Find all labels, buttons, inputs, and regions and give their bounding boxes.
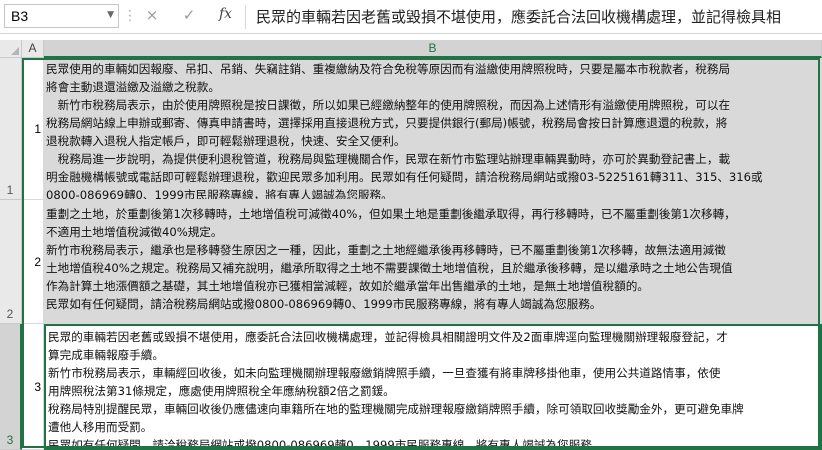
cell-a3[interactable]: 3 <box>22 324 44 450</box>
cell-text-line: 將會主動退還溢繳及溢繳之稅款。 <box>46 80 220 94</box>
cell-text-line: 新竹市稅務局表示，由於使用牌照稅是按日課徵，所以如果已經繳納整年的使用牌照稅，而… <box>46 98 731 112</box>
name-box-value: B3 <box>11 8 29 24</box>
cell-b2[interactable]: 重劃之土地，於重劃後第1次移轉時，土地增值稅可減徵40%，但如果土地是重劃後繼承… <box>44 200 822 324</box>
resize-handle-icon[interactable]: ⋮ <box>123 8 137 24</box>
name-box[interactable]: B3 ▼ <box>4 4 119 28</box>
worksheet-grid: A B 1 1 民眾使用的車輛如因報廢、吊扣、吊銷、失竊註銷、重複繳納及符合免稅… <box>0 40 822 450</box>
cell-a2[interactable]: 2 <box>22 200 44 324</box>
row-header-2[interactable]: 2 <box>0 200 22 324</box>
chevron-down-icon[interactable]: ▼ <box>107 10 114 20</box>
enter-icon[interactable]: ✓ <box>178 6 200 24</box>
cell-text-line: 遭他人移用而受罰。 <box>48 420 153 434</box>
insert-function-icon[interactable]: fx <box>219 6 232 22</box>
row-header-1[interactable]: 1 <box>0 58 22 200</box>
column-header-a[interactable]: A <box>22 40 44 58</box>
cell-text-line: 民眾的車輛若因老舊或毀損不堪使用，應委託合法回收機構處理，並記得檢具相關證明文件… <box>48 330 728 344</box>
cell-text-line: 土地增值稅40%之規定。稅務局又補充說明，繼承所取得之土地不需要課徵土地增值稅，… <box>46 261 733 275</box>
cell-text-line: 稅務局網站線上申辦或郵寄、傳真申請書時，選擇採用直接退稅方式，只要提供銀行(郵局… <box>46 116 728 130</box>
cell-text-line: 新竹市稅務局表示，繼承也是移轉發生原因之一種，因此，重劃之土地經繼承後再移轉時，… <box>46 243 726 257</box>
cell-text-line: 民眾如有任何疑問，請洽稅務局網站或撥0800-086969轉0、1999市民服務… <box>46 297 602 311</box>
row-header-label: 3 <box>6 433 14 447</box>
cell-text-line: 作為計算土地漲價額之基礎，其土地增值稅亦已獲相當減輕，故如於繼承當年出售繼承的土… <box>46 279 649 293</box>
cell-b3[interactable]: 民眾的車輛若因老舊或毀損不堪使用，應委託合法回收機構處理，並記得檢具相關證明文件… <box>44 324 822 450</box>
cell-value: 1 <box>34 121 41 136</box>
cell-text-line: 用牌照稅法第31條規定，應處使用牌照稅全年應納稅額2倍之罰鍰。 <box>48 384 395 398</box>
cancel-icon[interactable]: × <box>141 6 163 24</box>
cell-text-line: 稅務局特別提醒民眾，車輛回收後仍應儘速向車籍所在地的監理機關完成辦理報廢繳銷牌照… <box>48 402 744 416</box>
row-header-label: 2 <box>6 307 14 321</box>
cell-text-line: 明金融機構帳號或電話即可輕鬆辦理退稅，歡迎民眾多加利用。民眾如有任何疑問，請洽稅… <box>46 170 763 184</box>
cell-value: 2 <box>34 254 41 269</box>
cell-text-line: 不適用土地增值稅減徵40%規定。 <box>46 225 223 239</box>
formula-input[interactable]: 民眾的車輛若因老舊或毀損不堪使用，應委託合法回收機構處理，並記得檢具相 <box>256 4 822 30</box>
cell-a1[interactable]: 1 <box>22 58 44 200</box>
cell-text-line: 重劃之土地，於重劃後第1次移轉時，土地增值稅可減徵40%，但如果土地是重劃後繼承… <box>46 207 736 221</box>
formula-bar-divider <box>245 5 246 29</box>
cell-text-line: 民眾使用的車輛如因報廢、吊扣、吊銷、失竊註銷、重複繳納及符合免稅等原因而有溢繳使… <box>46 62 731 76</box>
cell-b1[interactable]: 民眾使用的車輛如因報廢、吊扣、吊銷、失竊註銷、重複繳納及符合免稅等原因而有溢繳使… <box>44 58 822 200</box>
formula-bar-area: B3 ▼ ⋮ × ✓ fx 民眾的車輛若因老舊或毀損不堪使用，應委託合法回收機構… <box>0 0 822 34</box>
cell-text-line: 算完成車輛報廢手續。 <box>48 348 164 362</box>
select-all-button[interactable] <box>0 40 22 58</box>
cell-text-line: 0800-086969轉0、1999市民服務專線，將有專人竭誠為您服務。 <box>46 188 393 200</box>
cell-value: 3 <box>34 379 41 394</box>
select-all-icon <box>11 47 19 55</box>
row-header-3[interactable]: 3 <box>0 324 22 450</box>
row-header-label: 1 <box>6 183 14 197</box>
cell-text-line: 稅務局進一步說明，為提供便利退稅管道，稅務局與監理機關合作，民眾在新竹市監理站辦… <box>46 152 731 166</box>
cell-text-line: 退稅款轉入退稅人指定帳戶，即可輕鬆辦理退稅，快速、安全又便利。 <box>46 134 406 148</box>
column-header-b[interactable]: B <box>44 40 822 58</box>
cell-text-line: 民眾如有任何疑問，請洽稅務局網站或撥0800-086969轉0、1999市民服務… <box>48 438 604 450</box>
cell-text-line: 新竹市稅務局表示，車輛經回收後，如未向監理機關辦理報廢繳銷牌照手續，一旦查獲有將… <box>48 366 721 380</box>
